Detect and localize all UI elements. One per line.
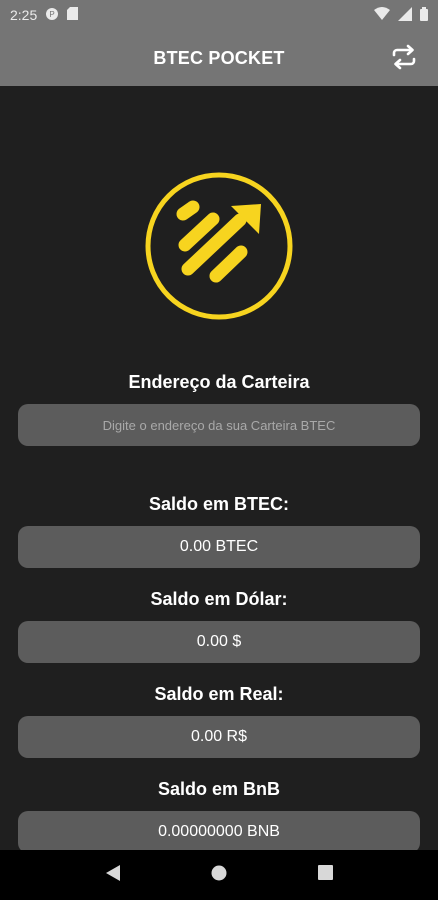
- swap-button[interactable]: [390, 42, 418, 72]
- status-bar: 2:25 P: [0, 0, 438, 30]
- balance-bnb-value: 0.00000000 BNB: [18, 811, 420, 853]
- battery-icon: [420, 6, 428, 24]
- balance-btec-value: 0.00 BTEC: [18, 526, 420, 568]
- recents-button[interactable]: [317, 865, 333, 885]
- balance-real-label: Saldo em Real:: [154, 684, 284, 704]
- home-button[interactable]: [211, 865, 227, 886]
- signal-icon: [398, 6, 412, 24]
- balance-dollar-value: 0.00 $: [18, 621, 420, 663]
- sd-card-icon: [67, 7, 79, 23]
- recents-icon: [317, 865, 333, 880]
- app-title: BTEC POCKET: [153, 47, 285, 68]
- balance-real-value: 0.00 R$: [18, 716, 420, 758]
- wifi-icon: [374, 7, 390, 23]
- swap-icon: [392, 44, 416, 70]
- btec-logo: [145, 172, 293, 320]
- navigation-bar: [0, 850, 438, 900]
- svg-text:P: P: [50, 10, 55, 19]
- balance-dollar-label: Saldo em Dólar:: [150, 589, 288, 609]
- notification-icon: P: [45, 7, 59, 24]
- wallet-address-input[interactable]: [18, 403, 420, 447]
- app-bar: BTEC POCKET: [0, 30, 438, 86]
- wallet-label: Endereço da Carteira: [128, 372, 310, 392]
- back-icon: [106, 864, 121, 881]
- home-icon: [211, 865, 227, 880]
- wallet-address-field[interactable]: [18, 403, 420, 447]
- status-time: 2:25: [10, 7, 38, 23]
- balance-bnb-label: Saldo em BnB: [157, 779, 281, 799]
- balance-btec-label: Saldo em BTEC:: [148, 494, 290, 514]
- back-button[interactable]: [105, 864, 121, 887]
